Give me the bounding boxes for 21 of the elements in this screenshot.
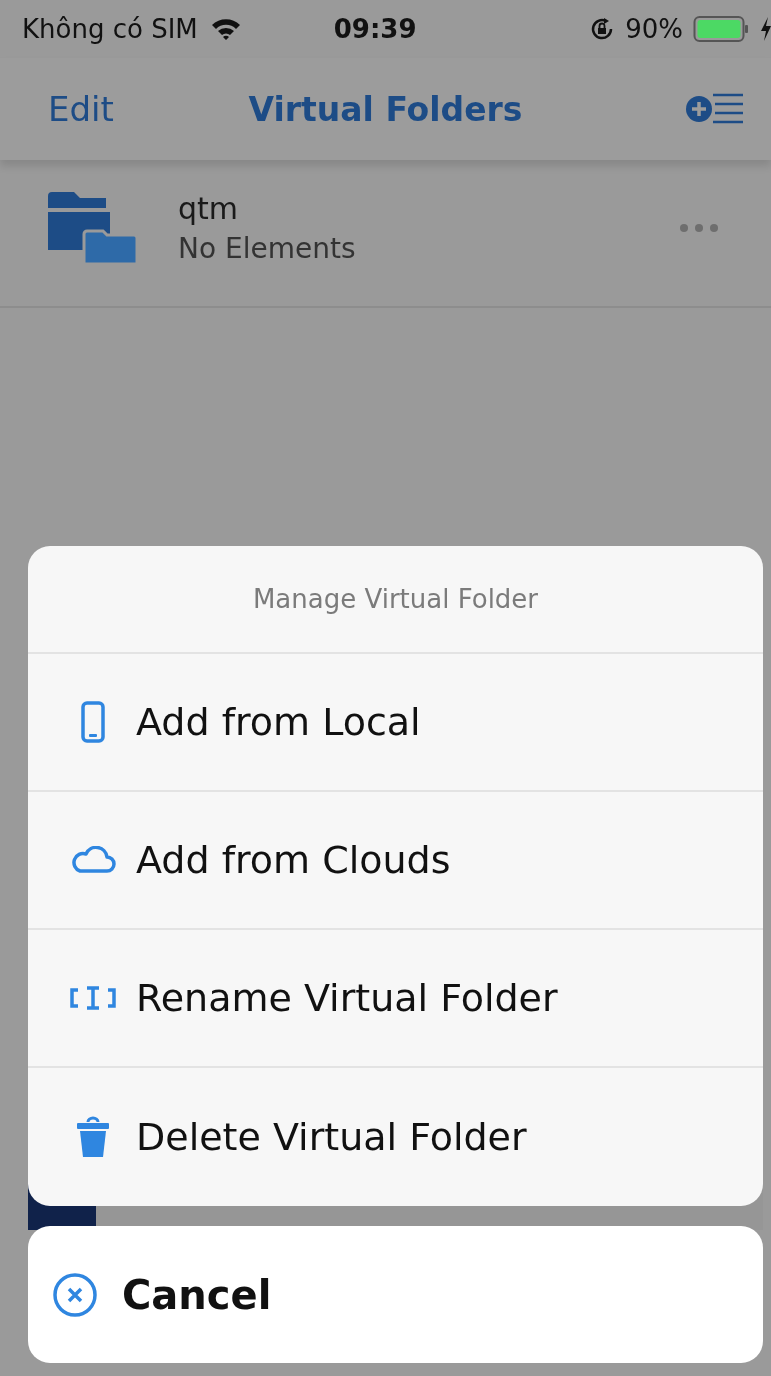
more-icon[interactable]: [679, 223, 719, 233]
folder-subtitle: No Elements: [178, 232, 356, 265]
action-item[interactable]: Rename Virtual Folder: [28, 930, 763, 1068]
cloud-icon: [70, 846, 116, 874]
action-item[interactable]: Delete Virtual Folder: [28, 1068, 763, 1206]
charging-icon: [761, 17, 771, 41]
status-time: 09:39: [333, 14, 417, 44]
action-item[interactable]: Add from Clouds: [28, 792, 763, 930]
trash-icon: [76, 1116, 110, 1158]
battery-icon: [693, 15, 751, 43]
rename-icon: [69, 985, 117, 1011]
close-icon: [52, 1271, 98, 1318]
folder-name: qtm: [178, 191, 240, 226]
folders-icon: [48, 190, 138, 266]
cancel-button[interactable]: Cancel: [28, 1226, 763, 1363]
carrier-text: Không có SIM: [22, 14, 198, 44]
phone-icon: [81, 701, 105, 743]
action-item[interactable]: Add from Local: [28, 654, 763, 792]
nav-title: Virtual Folders: [248, 89, 523, 129]
sheet-title: Manage Virtual Folder: [252, 584, 539, 614]
battery-percent: 90%: [625, 14, 683, 44]
